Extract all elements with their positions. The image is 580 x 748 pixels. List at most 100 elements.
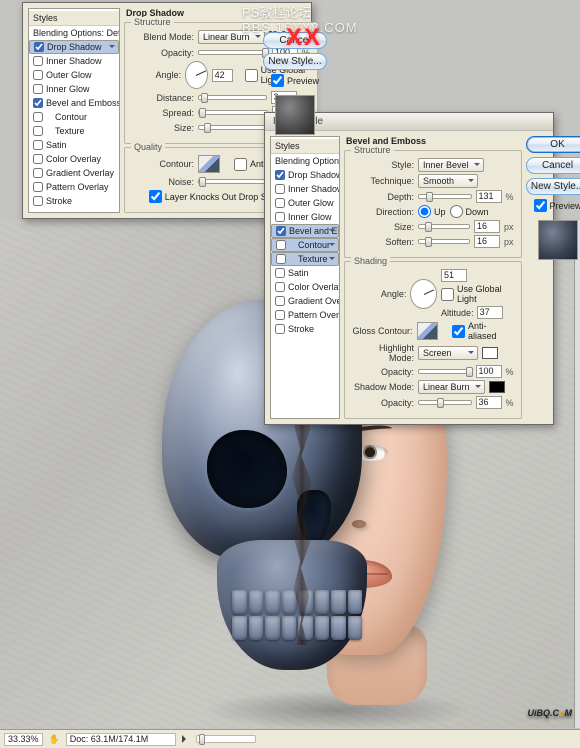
style-item-checkbox[interactable]: [33, 84, 43, 94]
style-item-checkbox[interactable]: [34, 42, 44, 52]
style-item-checkbox[interactable]: [275, 282, 285, 292]
style-item-checkbox[interactable]: [275, 296, 285, 306]
shading-group: Shading Angle:51Use Global LightAltitude…: [344, 261, 522, 419]
cancel-button[interactable]: Cancel: [526, 157, 580, 174]
style-item-checkbox[interactable]: [33, 196, 43, 206]
style-item-drop-shadow[interactable]: Drop Shadow: [29, 40, 119, 54]
info-menu-icon[interactable]: [182, 735, 190, 743]
blending-options[interactable]: Blending Options: Default: [271, 154, 339, 168]
shadow-color-swatch[interactable]: [489, 381, 505, 393]
gloss-contour-picker[interactable]: [417, 322, 439, 340]
altitude-value[interactable]: 37: [477, 306, 503, 319]
noise-slider[interactable]: [198, 179, 268, 184]
style-item-checkbox[interactable]: [33, 112, 43, 122]
style-item-drop-shadow[interactable]: Drop Shadow: [271, 168, 339, 182]
style-item-contour[interactable]: Contour: [271, 238, 339, 252]
styles-list[interactable]: Styles Blending Options: Default Drop Sh…: [28, 8, 120, 213]
shadow-opacity-value[interactable]: 36: [476, 396, 502, 409]
style-item-checkbox[interactable]: [275, 170, 285, 180]
opacity-slider[interactable]: [198, 50, 268, 55]
timeline-mini[interactable]: [196, 735, 256, 743]
style-item-checkbox[interactable]: [33, 126, 43, 136]
zoom-field[interactable]: 33.33%: [4, 733, 43, 746]
style-item-checkbox[interactable]: [275, 268, 285, 278]
shadow-opacity-slider[interactable]: [418, 400, 472, 405]
style-item-stroke[interactable]: Stroke: [271, 322, 339, 336]
new-style-button[interactable]: New Style...: [526, 178, 580, 195]
style-item-checkbox[interactable]: [33, 182, 43, 192]
distance-slider[interactable]: [198, 95, 267, 100]
angle-altitude-dial[interactable]: [410, 279, 437, 309]
style-item-gradient-overlay[interactable]: Gradient Overlay: [29, 166, 119, 180]
style-item-outer-glow[interactable]: Outer Glow: [271, 196, 339, 210]
preview-toggle[interactable]: Preview: [271, 74, 319, 87]
style-item-pattern-overlay[interactable]: Pattern Overlay: [29, 180, 119, 194]
depth-slider[interactable]: [418, 194, 472, 199]
style-item-color-overlay[interactable]: Color Overlay: [29, 152, 119, 166]
highlight-color-swatch[interactable]: [482, 347, 498, 359]
doc-info[interactable]: Doc: 63.1M/174.1M: [66, 733, 176, 746]
style-item-checkbox[interactable]: [33, 168, 43, 178]
angle-dial[interactable]: [185, 61, 208, 89]
group-legend: Quality: [131, 142, 165, 152]
angle-value[interactable]: 51: [441, 269, 467, 282]
soften-value[interactable]: 16: [474, 235, 500, 248]
style-item-checkbox[interactable]: [275, 198, 285, 208]
highlight-opacity-slider[interactable]: [418, 369, 472, 374]
spread-slider[interactable]: [198, 110, 268, 115]
style-item-gradient-overlay[interactable]: Gradient Overlay: [271, 294, 339, 308]
style-item-color-overlay[interactable]: Color Overlay: [271, 280, 339, 294]
blending-options[interactable]: Blending Options: Default: [29, 26, 119, 40]
watermark-line1: PS教程论坛: [242, 2, 311, 21]
style-item-outer-glow[interactable]: Outer Glow: [29, 68, 119, 82]
style-item-inner-glow[interactable]: Inner Glow: [271, 210, 339, 224]
style-item-checkbox[interactable]: [275, 212, 285, 222]
status-bar: 33.33% ✋ Doc: 63.1M/174.1M: [0, 729, 580, 748]
style-item-inner-shadow[interactable]: Inner Shadow: [29, 54, 119, 68]
style-item-checkbox[interactable]: [33, 70, 43, 80]
style-item-checkbox[interactable]: [276, 226, 286, 236]
style-item-inner-shadow[interactable]: Inner Shadow: [271, 182, 339, 196]
ok-button[interactable]: OK: [526, 136, 580, 153]
soften-slider[interactable]: [418, 239, 470, 244]
hand-tool-icon[interactable]: ✋: [49, 734, 60, 745]
angle-value[interactable]: 42: [212, 69, 234, 82]
style-item-inner-glow[interactable]: Inner Glow: [29, 82, 119, 96]
style-item-contour[interactable]: Contour: [29, 110, 119, 124]
style-item-checkbox[interactable]: [276, 240, 286, 250]
size-slider[interactable]: [418, 224, 470, 229]
preview-toggle[interactable]: Preview: [534, 199, 580, 212]
style-item-checkbox[interactable]: [275, 310, 285, 320]
style-item-texture[interactable]: Texture: [29, 124, 119, 138]
style-item-checkbox[interactable]: [275, 184, 285, 194]
size-value[interactable]: 16: [474, 220, 500, 233]
highlight-mode-select[interactable]: Screen: [418, 346, 478, 360]
style-item-checkbox[interactable]: [276, 254, 286, 264]
style-item-checkbox[interactable]: [33, 140, 43, 150]
direction-up[interactable]: Up: [418, 205, 446, 218]
style-item-satin[interactable]: Satin: [29, 138, 119, 152]
style-item-checkbox[interactable]: [33, 154, 43, 164]
anti-aliased[interactable]: Anti-aliased: [452, 321, 514, 341]
style-select[interactable]: Inner Bevel: [418, 158, 484, 172]
style-item-stroke[interactable]: Stroke: [29, 194, 119, 208]
shadow-mode-select[interactable]: Linear Burn: [418, 380, 485, 394]
style-item-checkbox[interactable]: [275, 324, 285, 334]
structure-group: Structure Style:Inner Bevel Technique:Sm…: [344, 150, 522, 258]
style-item-texture[interactable]: Texture: [271, 252, 339, 266]
style-item-checkbox[interactable]: [33, 98, 43, 108]
direction-down[interactable]: Down: [450, 205, 489, 218]
depth-value[interactable]: 131: [476, 190, 502, 203]
style-item-pattern-overlay[interactable]: Pattern Overlay: [271, 308, 339, 322]
style-item-bevel-and-emboss[interactable]: Bevel and Emboss: [29, 96, 119, 110]
style-item-bevel-and-emboss[interactable]: Bevel and Emboss: [271, 224, 339, 238]
style-item-satin[interactable]: Satin: [271, 266, 339, 280]
size-slider[interactable]: [198, 125, 267, 130]
contour-picker[interactable]: [198, 155, 220, 173]
styles-list[interactable]: Styles Blending Options: Default Drop Sh…: [270, 136, 340, 419]
new-style-button[interactable]: New Style...: [263, 53, 327, 70]
highlight-opacity-value[interactable]: 100: [476, 365, 502, 378]
style-item-checkbox[interactable]: [33, 56, 43, 66]
use-global-light[interactable]: Use Global Light: [441, 284, 514, 304]
technique-select[interactable]: Smooth: [418, 174, 478, 188]
